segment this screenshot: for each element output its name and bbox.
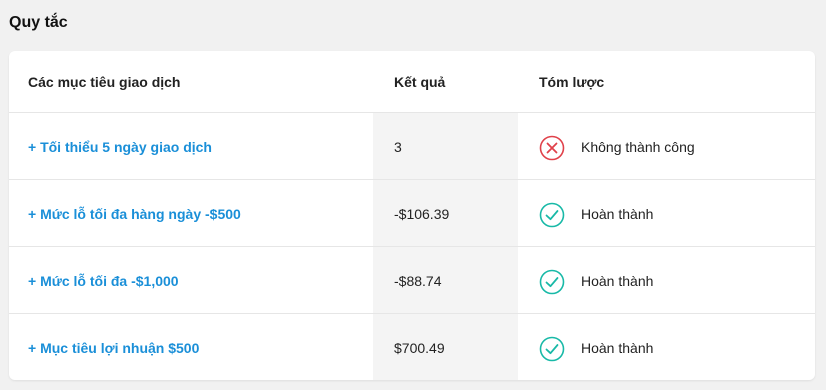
table-row: + Mục tiêu lợi nhuận $500 $700.49 Hoàn t… <box>9 313 815 380</box>
column-header-result: Kết quả <box>394 73 446 90</box>
goal-link-min-trading-days[interactable]: + Tối thiểu 5 ngày giao dịch <box>28 139 212 155</box>
rules-table: Các mục tiêu giao dịch Kết quả Tóm lược … <box>9 51 815 380</box>
check-circle-icon <box>539 202 565 227</box>
x-circle-icon <box>539 135 565 160</box>
status-text: Hoàn thành <box>581 339 654 356</box>
column-header-summary: Tóm lược <box>539 73 605 90</box>
goal-link-max-daily-loss[interactable]: + Mức lỗ tối đa hàng ngày -$500 <box>28 206 241 222</box>
result-cell: -$106.39 <box>373 180 518 247</box>
goal-link-max-loss[interactable]: + Mức lỗ tối đa -$1,000 <box>28 273 179 289</box>
check-circle-icon <box>539 336 565 361</box>
result-cell: $700.49 <box>373 314 518 380</box>
table-row: + Mức lỗ tối đa hàng ngày -$500 -$106.39… <box>9 179 815 247</box>
column-header-goals: Các mục tiêu giao dịch <box>28 73 181 90</box>
table-header-row: Các mục tiêu giao dịch Kết quả Tóm lược <box>9 51 815 112</box>
status-text: Hoàn thành <box>581 272 654 289</box>
table-row: + Mức lỗ tối đa -$1,000 -$88.74 Hoàn thà… <box>9 246 815 314</box>
result-cell: 3 <box>373 113 518 180</box>
status-text: Hoàn thành <box>581 205 654 222</box>
result-cell: -$88.74 <box>373 247 518 314</box>
check-circle-icon <box>539 269 565 294</box>
section-title: Quy tắc <box>9 14 68 31</box>
status-text: Không thành công <box>581 138 695 155</box>
goal-link-profit-target[interactable]: + Mục tiêu lợi nhuận $500 <box>28 340 199 356</box>
table-row: + Tối thiểu 5 ngày giao dịch 3 Không thà… <box>9 112 815 180</box>
